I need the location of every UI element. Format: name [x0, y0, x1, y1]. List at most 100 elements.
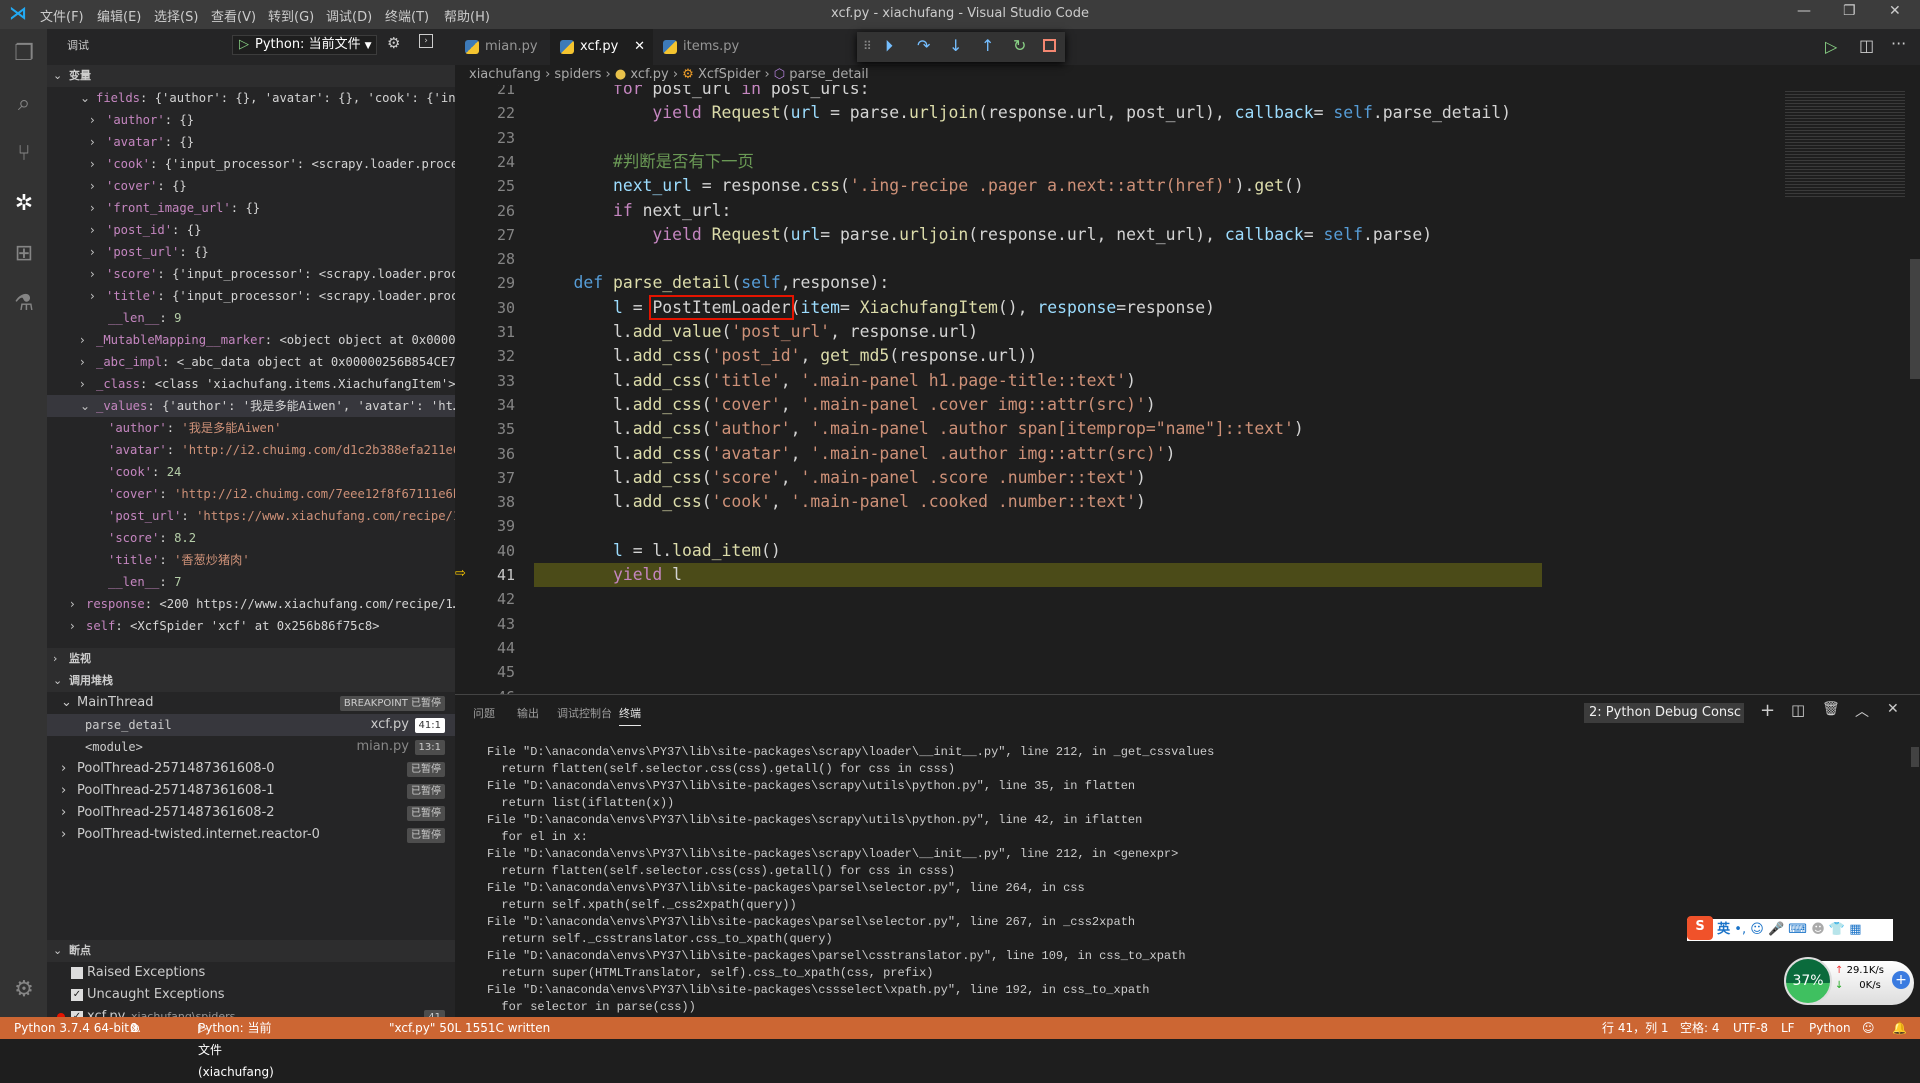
- punctuation-icon[interactable]: •,: [1734, 922, 1746, 937]
- breadcrumb-item[interactable]: xcf.py: [630, 67, 668, 82]
- minimize-button[interactable]: —: [1797, 3, 1811, 19]
- debug-console-icon[interactable]: ›: [419, 34, 433, 48]
- thread-row[interactable]: › PoolThread-2571487361608-0 已暂停: [47, 758, 455, 780]
- watch-section-header[interactable]: › 监视: [47, 648, 455, 670]
- chevron-right-icon[interactable]: ›: [90, 219, 95, 241]
- launch-config-select[interactable]: ▷ Python: 当前文件 ▼: [232, 35, 377, 55]
- chevron-right-icon[interactable]: ›: [90, 131, 95, 153]
- skin-shirt-icon[interactable]: 👕: [1829, 922, 1845, 937]
- step-over-icon[interactable]: ↷: [917, 36, 930, 55]
- variable-row[interactable]: 'author': '我是多能Aiwen': [47, 417, 455, 439]
- search-icon[interactable]: ⌕: [9, 89, 39, 119]
- emoji-icon[interactable]: ☺: [1750, 922, 1764, 937]
- variable-row[interactable]: ⌄ _values: {'author': '我是多能Aiwen', 'avata…: [47, 395, 455, 417]
- chevron-right-icon[interactable]: ›: [70, 593, 75, 615]
- step-into-icon[interactable]: ↓: [949, 36, 962, 55]
- variable-row[interactable]: 'title': '香葱炒猪肉': [47, 549, 455, 571]
- code-line[interactable]: yield Request(url= parse.urljoin(respons…: [534, 223, 1432, 247]
- chevron-down-icon[interactable]: ⌄: [80, 87, 90, 109]
- code-line[interactable]: l.add_css('cover', '.main-panel .cover i…: [534, 393, 1156, 417]
- variable-row[interactable]: › 'front_image_url': {}: [47, 197, 455, 219]
- breadcrumb-item[interactable]: xiachufang: [469, 67, 541, 82]
- tab-mian-py[interactable]: mian.py: [455, 29, 550, 65]
- breadcrumb-item[interactable]: XcfSpider: [698, 67, 760, 82]
- variable-row[interactable]: › _MutableMapping__marker: <object object…: [47, 329, 455, 351]
- variable-row[interactable]: › 'cook': {'input_processor': <scrapy.loa…: [47, 153, 455, 175]
- variable-row[interactable]: › 'author': {}: [47, 109, 455, 131]
- terminal-scrollbar[interactable]: [1911, 747, 1919, 767]
- code-line[interactable]: l.add_css('post_id', get_md5(response.ur…: [534, 344, 1037, 368]
- chevron-right-icon[interactable]: ›: [90, 175, 95, 197]
- variable-row[interactable]: › 'cover': {}: [47, 175, 455, 197]
- feedback-smiley-icon[interactable]: ☺: [1862, 1017, 1875, 1039]
- code-line[interactable]: yield Request(url = parse.urljoin(respon…: [534, 101, 1511, 125]
- chevron-down-icon[interactable]: ⌄: [80, 395, 90, 417]
- settings-gear-icon[interactable]: ⚙: [387, 34, 400, 52]
- code-area[interactable]: 21 for post_url in post_urls: 22 yield Re…: [455, 85, 1920, 694]
- terminal-select[interactable]: 2: Python Debug Consc▼: [1584, 703, 1744, 723]
- code-line[interactable]: next_url = response.css('.ing-recipe .pa…: [534, 174, 1304, 198]
- end-of-line[interactable]: LF: [1781, 1017, 1795, 1039]
- code-line[interactable]: l.add_css('title', '.main-panel h1.page-…: [534, 369, 1136, 393]
- variable-row[interactable]: › 'post_id': {}: [47, 219, 455, 241]
- split-editor-icon[interactable]: ◫: [1859, 36, 1874, 55]
- variable-row[interactable]: 'score': 8.2: [47, 527, 455, 549]
- restore-button[interactable]: ❐: [1843, 3, 1856, 19]
- variable-row[interactable]: › 'avatar': {}: [47, 131, 455, 153]
- tab-xcf-py[interactable]: xcf.py ✕: [550, 29, 653, 65]
- split-terminal-icon[interactable]: ◫: [1791, 701, 1805, 719]
- toolbox-grid-icon[interactable]: ▦: [1849, 922, 1861, 937]
- breakpoint-checkbox[interactable]: ✓: [71, 989, 83, 1001]
- tab-items-py[interactable]: items.py: [653, 29, 753, 65]
- code-line[interactable]: def parse_detail(self,response):: [534, 271, 889, 295]
- chevron-right-icon[interactable]: ›: [90, 241, 95, 263]
- code-line[interactable]: yield l: [534, 563, 1542, 587]
- variable-row[interactable]: › _abc_impl: <_abc_data object at 0x00000…: [47, 351, 455, 373]
- panel-tab[interactable]: 问题: [473, 705, 495, 721]
- breakpoint-row[interactable]: Raised Exceptions: [47, 962, 455, 984]
- chevron-right-icon[interactable]: ›: [90, 285, 95, 307]
- variable-row[interactable]: › self: <XcfSpider 'xcf' at 0x256b86f75c8…: [47, 615, 455, 637]
- run-file-icon[interactable]: ▷: [1825, 37, 1837, 56]
- variable-row[interactable]: 'cover': 'http://i2.chuimg.com/7eee12f8f…: [47, 483, 455, 505]
- chevron-right-icon[interactable]: ›: [90, 109, 95, 131]
- close-window-button[interactable]: ✕: [1889, 3, 1901, 19]
- code-line[interactable]: l = PostItemLoader(item= XiachufangItem(…: [534, 294, 1215, 320]
- keyboard-icon[interactable]: ⌨: [1788, 922, 1807, 937]
- code-line[interactable]: if next_url:: [534, 199, 731, 223]
- thread-row[interactable]: › PoolThread-twisted.internet.reactor-0 已暂…: [47, 824, 455, 846]
- test-flask-icon[interactable]: ⚗: [9, 289, 39, 319]
- stop-icon[interactable]: [1043, 39, 1056, 52]
- explorer-icon[interactable]: ❐: [9, 39, 39, 69]
- python-interpreter[interactable]: Python 3.7.4 64-bit: [14, 1017, 129, 1039]
- indentation[interactable]: 空格: 4: [1680, 1017, 1720, 1039]
- code-line[interactable]: l = l.load_item(): [534, 539, 781, 563]
- editor-scrollbar[interactable]: [1910, 259, 1920, 379]
- panel-tab[interactable]: 输出: [517, 705, 539, 721]
- breakpoint-row[interactable]: ✓ Uncaught Exceptions: [47, 984, 455, 1006]
- stack-frame[interactable]: <module> mian.py 13:1: [47, 736, 455, 758]
- variable-row[interactable]: __len__: 7: [47, 571, 455, 593]
- ime-mode[interactable]: 英: [1717, 922, 1730, 937]
- thread-row[interactable]: › PoolThread-2571487361608-2 已暂停: [47, 802, 455, 824]
- chevron-right-icon[interactable]: ›: [80, 373, 85, 395]
- breadcrumb-item[interactable]: spiders: [554, 67, 601, 82]
- cpu-usage-gauge[interactable]: 37%: [1784, 957, 1832, 1005]
- user-icon[interactable]: ☻: [1811, 922, 1825, 937]
- variable-row[interactable]: › _class: <class 'xiachufang.items.Xiachu…: [47, 373, 455, 395]
- variable-row[interactable]: › 'score': {'input_processor': <scrapy.lo…: [47, 263, 455, 285]
- start-debug-icon[interactable]: ▷: [233, 37, 255, 52]
- code-line[interactable]: l.add_css('score', '.main-panel .score .…: [534, 466, 1146, 490]
- variable-row[interactable]: › 'title': {'input_processor': <scrapy.lo…: [47, 285, 455, 307]
- continue-icon[interactable]: ⏵: [885, 36, 893, 56]
- code-line[interactable]: #判断是否有下一页: [534, 150, 754, 174]
- cursor-position[interactable]: 行 41，列 1: [1602, 1017, 1669, 1039]
- variables-section-header[interactable]: ⌄ 变量: [47, 65, 455, 87]
- encoding[interactable]: UTF-8: [1733, 1017, 1768, 1039]
- variable-row[interactable]: › response: <200 https://www.xiachufang.c…: [47, 593, 455, 615]
- breadcrumb-item[interactable]: parse_detail: [789, 67, 868, 82]
- chevron-right-icon[interactable]: ›: [90, 197, 95, 219]
- breakpoints-section-header[interactable]: ⌄ 断点: [47, 940, 455, 962]
- minimap[interactable]: [1785, 89, 1905, 199]
- code-line[interactable]: for post_url in post_urls:: [534, 85, 870, 101]
